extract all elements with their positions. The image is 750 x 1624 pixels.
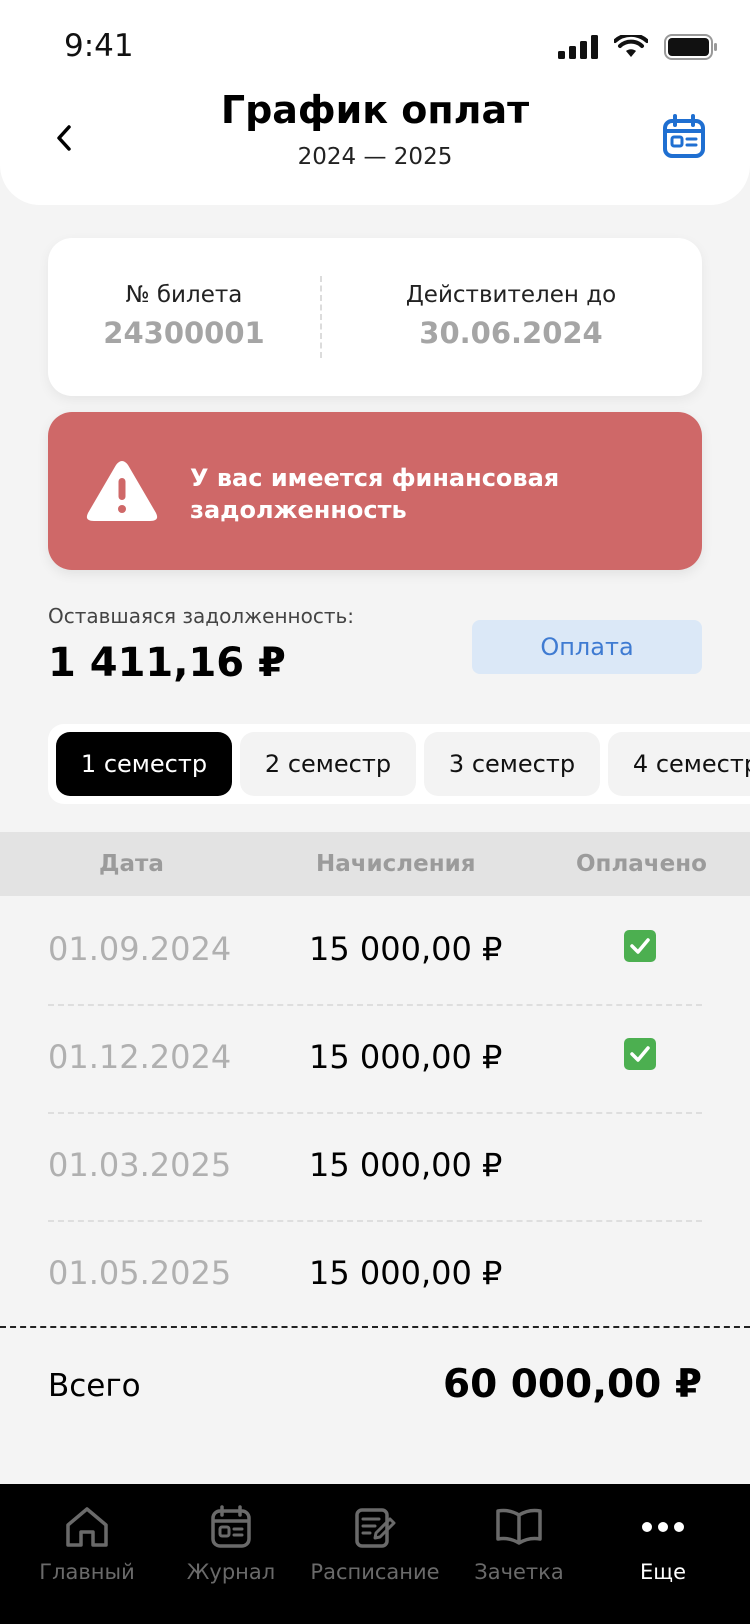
status-time: 9:41 [64,28,134,64]
tab-semester-3[interactable]: 3 семестр [424,732,600,796]
semester-tabs: 1 семестр 2 семестр 3 семестр 4 семестр [48,724,750,804]
column-charges: Начисления [316,851,476,877]
row-date: 01.05.2025 [48,1254,232,1292]
nav-label-schedule: Расписание [310,1560,440,1584]
page-title: График оплат [220,88,530,132]
nav-label-journal: Журнал [186,1560,276,1584]
home-icon [66,1507,108,1547]
tab-semester-2[interactable]: 2 семестр [240,732,416,796]
total-label: Всего [48,1368,141,1404]
nav-item-home[interactable]: Главный [15,1502,159,1584]
row-date: 01.12.2024 [48,1038,232,1076]
total-divider [0,1326,750,1328]
row-amount: 15 000,00 ₽ [309,1038,503,1076]
column-date: Дата [99,851,164,877]
journal-icon [211,1505,251,1548]
ticket-valid-value: 30.06.2024 [419,316,603,350]
ticket-valid-label: Действителен до [405,282,617,308]
ticket-card: № билета 24300001 Действителен до 30.06.… [48,238,702,396]
alert-text: У вас имеется финансовая задолженность [190,464,560,524]
battery-icon [664,34,717,60]
ticket-valid-until: Действителен до 30.06.2024 [320,282,702,350]
table-row: 01.03.2025 15 000,00 ₽ [0,1112,750,1220]
table-header: Дата Начисления Оплачено [0,832,750,896]
row-date: 01.03.2025 [48,1146,232,1184]
nav-item-journal[interactable]: Журнал [159,1502,303,1584]
header: 9:41 График оплат 2024 — 2025 [0,0,750,205]
calendar-button[interactable] [662,114,706,160]
debt-label: Оставшаяся задолженность: [48,604,355,628]
status-icons [558,34,718,60]
paid-check-icon [624,1038,656,1070]
tab-semester-1[interactable]: 1 семестр [56,732,232,796]
ticket-number-label: № билета [125,282,243,308]
nav-label-more: Еще [640,1560,686,1584]
row-date: 01.09.2024 [48,930,232,968]
nav-item-more[interactable]: Еще [591,1502,735,1584]
gradebook-icon [496,1508,542,1545]
paid-check-icon [624,930,656,962]
table-row: 01.12.2024 15 000,00 ₽ [0,1004,750,1112]
warning-icon [86,461,158,521]
tab-semester-4[interactable]: 4 семестр [608,732,750,796]
nav-item-schedule[interactable]: Расписание [303,1502,447,1584]
calendar-icon [663,114,705,158]
pay-button[interactable]: Оплата [472,620,702,674]
wifi-icon [614,35,648,57]
nav-label-home: Главный [39,1560,135,1584]
bottom-nav: Главный Журнал Расписание Зачетка Еще [0,1484,750,1624]
debt-alert-banner: У вас имеется финансовая задолженность [48,412,702,570]
row-amount: 15 000,00 ₽ [309,930,503,968]
total-value: 60 000,00 ₽ [442,1362,702,1407]
page-subtitle: 2024 — 2025 [297,144,453,170]
ticket-number-value: 24300001 [103,316,265,350]
debt-value: 1 411,16 ₽ [48,640,286,686]
row-amount: 15 000,00 ₽ [309,1146,503,1184]
more-icon [642,1522,684,1532]
cellular-signal-icon [558,35,598,59]
ticket-number: № билета 24300001 [48,282,320,350]
table-row: 01.09.2024 15 000,00 ₽ [0,896,750,1004]
nav-item-gradebook[interactable]: Зачетка [447,1502,591,1584]
schedule-icon [355,1508,396,1548]
row-amount: 15 000,00 ₽ [309,1254,503,1292]
nav-label-gradebook: Зачетка [474,1560,564,1584]
column-paid: Оплачено [576,851,707,877]
table-row: 01.05.2025 15 000,00 ₽ [0,1220,750,1328]
